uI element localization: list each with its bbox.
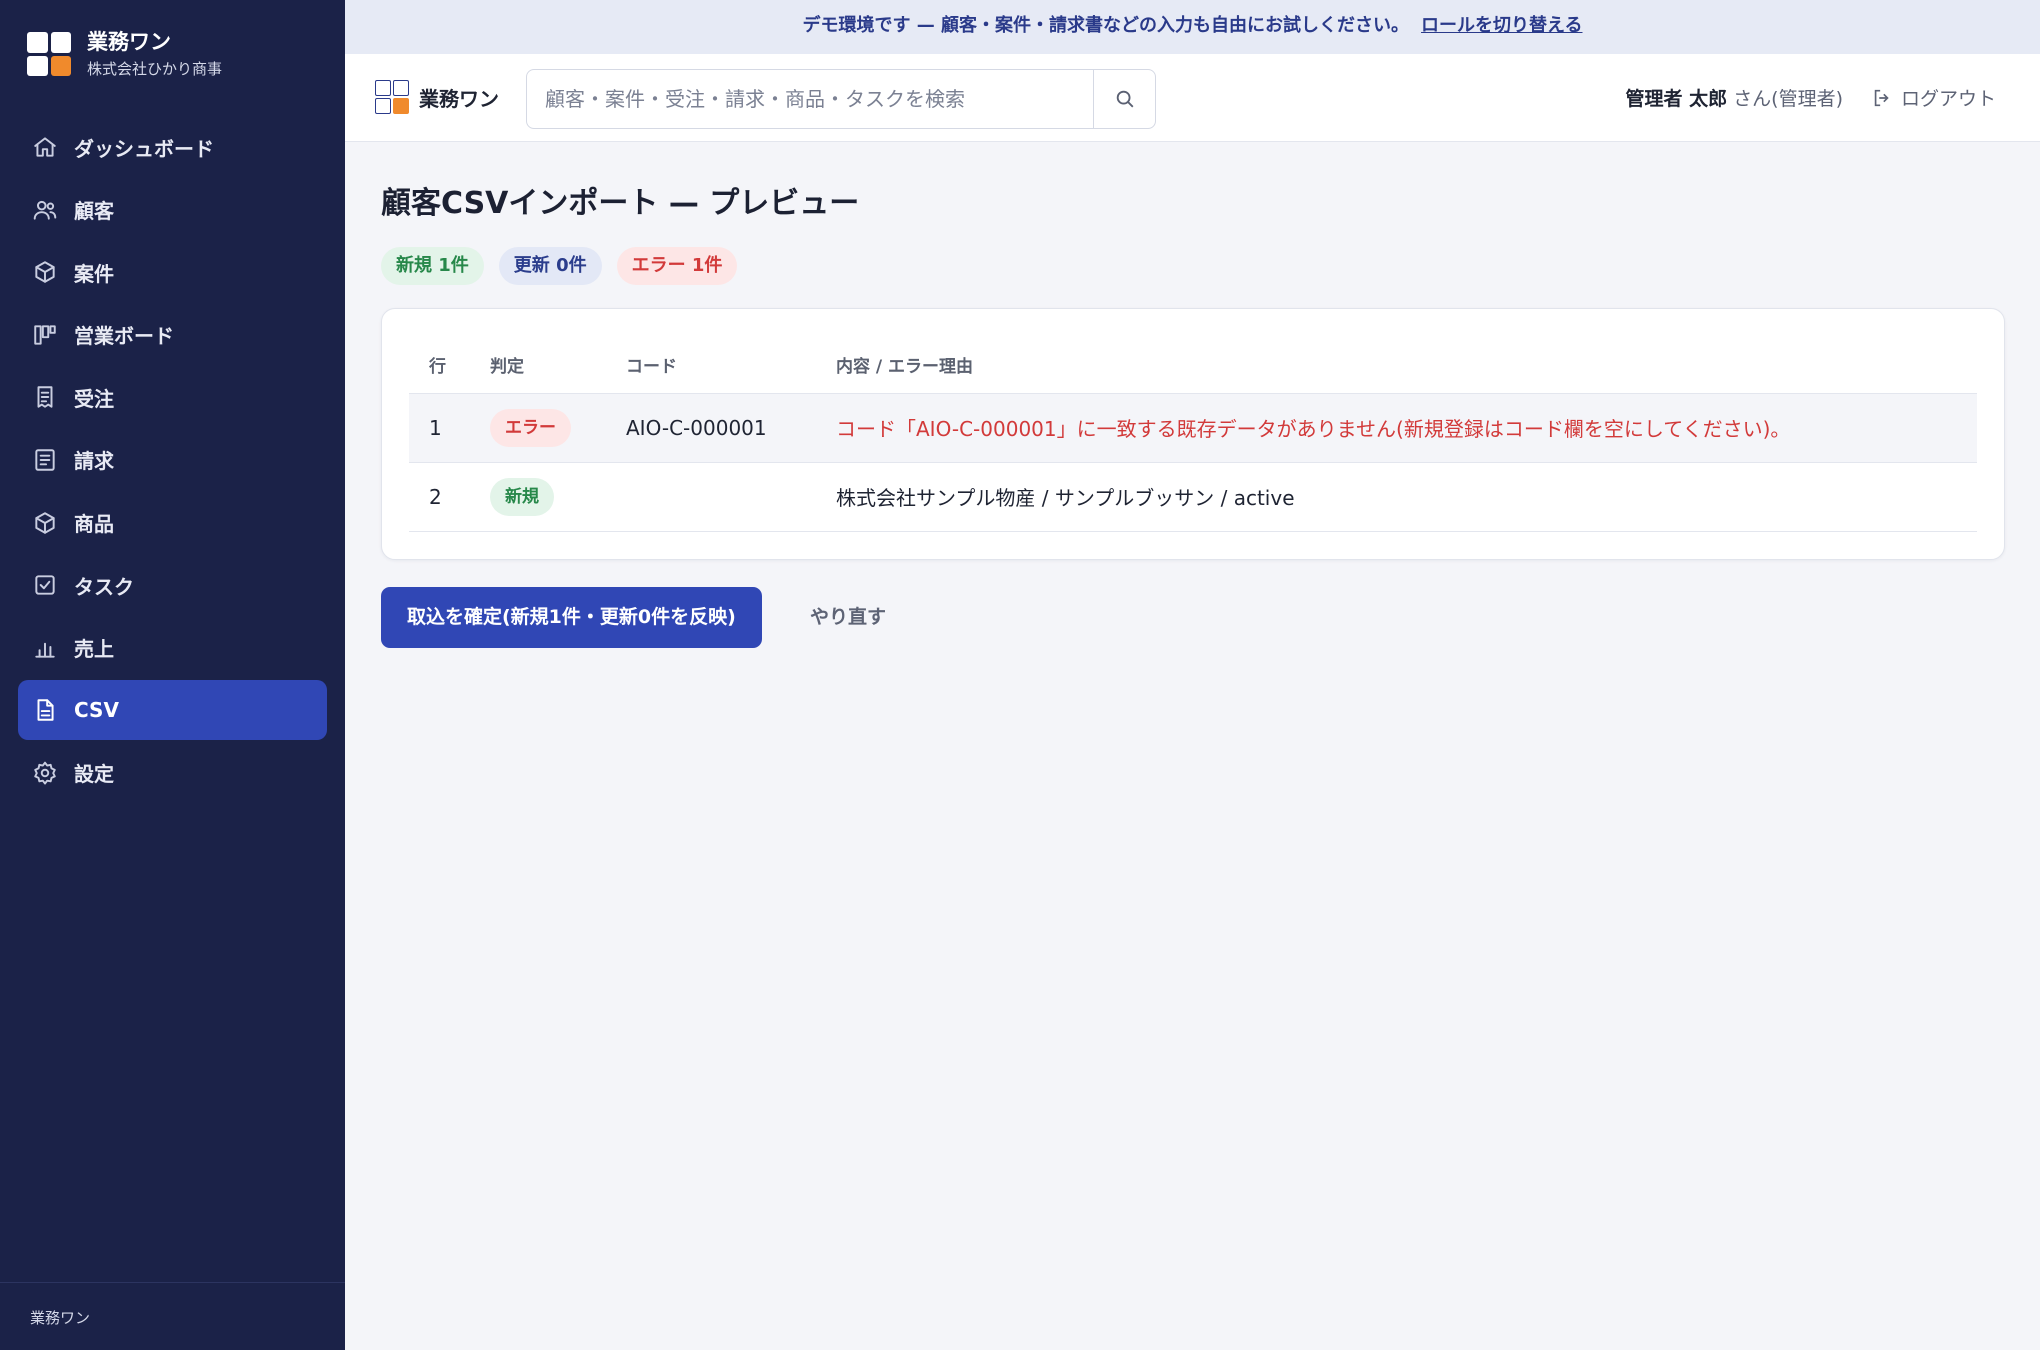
sidebar-item-customers[interactable]: 顧客 (18, 180, 327, 240)
user-name: 管理者 太郎 (1625, 88, 1728, 110)
code-cell (606, 462, 816, 532)
sidebar: 業務ワン 株式会社ひかり商事 ダッシュボード 顧客 案件 営業ボード 受注 請求 (0, 0, 345, 1350)
column-header-status: 判定 (470, 337, 606, 394)
update-count-badge: 更新 0件 (498, 247, 602, 285)
summary-badges: 新規 1件 更新 0件 エラー 1件 (381, 247, 752, 285)
sidebar-item-orders[interactable]: 受注 (18, 367, 327, 427)
gear-icon (34, 761, 56, 785)
sidebar-item-label: タスク (74, 574, 134, 599)
sidebar-item-label: 請求 (74, 449, 114, 474)
receipt-icon (37, 386, 53, 409)
confirm-import-button[interactable]: 取込を確定(新規1件・更新0件を反映) (381, 587, 762, 648)
user-role: さん(管理者) (1733, 88, 1843, 110)
sidebar-item-label: 売上 (74, 637, 114, 662)
preview-card: 行 判定 コード 内容 / エラー理由 1 エラー AIO-C-000001 コ… (381, 308, 2005, 560)
switch-role-link[interactable]: ロールを切り替える (1421, 15, 1582, 36)
kanban-icon (34, 325, 56, 345)
status-badge: 新規 (490, 477, 554, 516)
sidebar-item-dashboard[interactable]: ダッシュボード (18, 117, 327, 177)
new-count-badge: 新規 1件 (381, 247, 484, 285)
sidebar-item-invoices[interactable]: 請求 (18, 430, 327, 490)
table-header-row: 行 判定 コード 内容 / エラー理由 (409, 337, 1977, 394)
sidebar-item-csv[interactable]: CSV (18, 680, 327, 741)
brand-title: 業務ワン (87, 30, 171, 54)
app-logo-icon (27, 32, 71, 76)
home-icon (34, 137, 56, 157)
sidebar-item-products[interactable]: 商品 (18, 493, 327, 553)
error-count-badge: エラー 1件 (616, 247, 738, 285)
global-search (526, 69, 1156, 129)
sidebar-item-label: 商品 (74, 512, 114, 537)
logout-icon (1874, 89, 1889, 106)
page-title: 顧客CSVインポート — プレビュー (381, 186, 860, 221)
sidebar-item-label: 受注 (74, 386, 114, 411)
code-cell: AIO-C-000001 (606, 393, 816, 463)
retry-button[interactable]: やり直す (810, 587, 886, 648)
sidebar-item-label: 設定 (74, 762, 114, 787)
table-row: 1 エラー AIO-C-000001 コード「AIO-C-000001」に一致す… (409, 393, 1977, 463)
checkbox-icon (35, 575, 55, 595)
sidebar-item-label: 案件 (74, 261, 114, 286)
demo-banner: デモ環境です — 顧客・案件・請求書などの入力も自由にお試しください。 ロールを切… (345, 0, 2040, 54)
sidebar-item-settings[interactable]: 設定 (18, 743, 327, 803)
sidebar-item-sales[interactable]: 売上 (18, 618, 327, 678)
bar-chart-icon (35, 642, 55, 658)
top-header: 業務ワン 管理者 太郎 さん(管理者) ログアウト (345, 54, 2040, 142)
logout-label: ログアウト (1900, 88, 1996, 110)
column-header-code: コード (606, 337, 816, 394)
preview-table: 行 判定 コード 内容 / エラー理由 1 エラー AIO-C-000001 コ… (409, 337, 1977, 532)
status-cell: 新規 (470, 462, 606, 532)
detail-cell: 株式会社サンプル物産 / サンプルブッサン / active (816, 462, 1977, 532)
app-logo-icon (375, 80, 409, 114)
logout-button[interactable]: ログアウト (1871, 84, 1996, 111)
file-icon (37, 699, 54, 722)
document-icon (35, 449, 55, 471)
sidebar-nav: ダッシュボード 顧客 案件 営業ボード 受注 請求 商品 タスク 売上 CSV … (18, 117, 327, 806)
sidebar-item-label: 顧客 (74, 199, 114, 224)
error-reason: コード「AIO-C-000001」に一致する既存データがありません(新規登録はコ… (816, 393, 1977, 463)
search-input[interactable] (527, 70, 1093, 128)
sidebar-item-deals[interactable]: 案件 (18, 242, 327, 302)
sidebar-footer: 業務ワン (0, 1282, 345, 1328)
sidebar-item-label: CSV (74, 698, 119, 723)
user-info: 管理者 太郎 さん(管理者) ログアウト (1626, 84, 1996, 111)
header-brand-title: 業務ワン (419, 86, 499, 111)
banner-text: デモ環境です — 顧客・案件・請求書などの入力も自由にお試しください。 (802, 15, 1410, 36)
cube-icon (35, 511, 55, 534)
users-icon (33, 200, 57, 220)
company-name: 株式会社ひかり商事 (87, 60, 223, 78)
column-header-row-number: 行 (409, 337, 470, 394)
status-badge: エラー (490, 408, 571, 447)
row-number: 1 (409, 393, 470, 463)
sidebar-item-sales-board[interactable]: 営業ボード (18, 305, 327, 365)
search-button[interactable] (1093, 70, 1155, 128)
cube-icon (35, 261, 55, 283)
row-number: 2 (409, 462, 470, 532)
status-cell: エラー (470, 393, 606, 463)
header-brand[interactable]: 業務ワン (375, 80, 499, 114)
sidebar-item-label: 営業ボード (74, 324, 174, 349)
table-row: 2 新規 株式会社サンプル物産 / サンプルブッサン / active (409, 462, 1977, 532)
sidebar-brand[interactable]: 業務ワン 株式会社ひかり商事 (27, 28, 222, 80)
column-header-detail: 内容 / エラー理由 (816, 337, 1977, 394)
search-icon (1116, 90, 1133, 108)
sidebar-item-tasks[interactable]: タスク (18, 555, 327, 615)
sidebar-item-label: ダッシュボード (74, 136, 214, 161)
